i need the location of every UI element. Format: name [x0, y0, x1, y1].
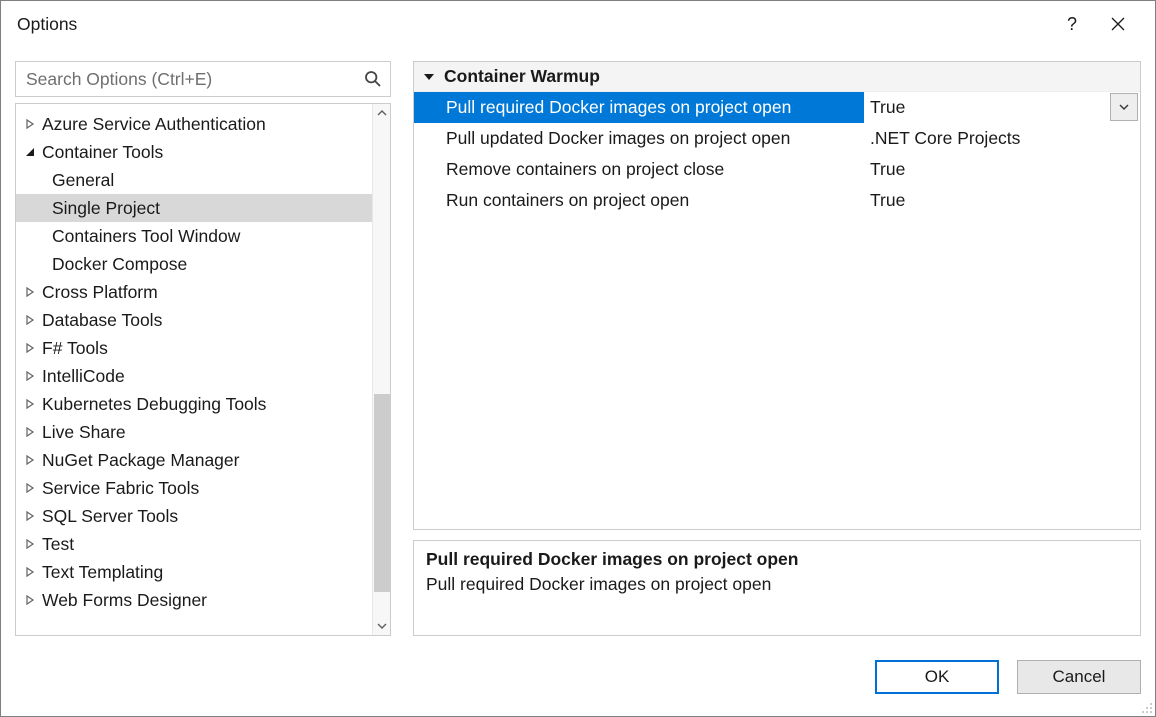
property-row-gutter: [414, 123, 444, 154]
tree-item[interactable]: IntelliCode: [16, 362, 372, 390]
property-category-header[interactable]: Container Warmup: [414, 62, 1140, 92]
tree-item-label: F# Tools: [42, 338, 108, 359]
window-title: Options: [17, 14, 1049, 35]
tree-item[interactable]: Kubernetes Debugging Tools: [16, 390, 372, 418]
tree-item[interactable]: Single Project: [16, 194, 372, 222]
tree-item-label: Test: [42, 534, 74, 555]
tree-item-label: Text Templating: [42, 562, 163, 583]
tree-item-label: Kubernetes Debugging Tools: [42, 394, 266, 415]
collapsed-arrow-icon[interactable]: [22, 480, 38, 496]
tree-item-label: SQL Server Tools: [42, 506, 178, 527]
tree-scrollbar[interactable]: [372, 104, 390, 635]
tree-item-label: Single Project: [52, 198, 160, 219]
tree-item-label: Docker Compose: [52, 254, 187, 275]
tree-list[interactable]: Azure Service Authentication Container To…: [16, 104, 372, 635]
property-name: Remove containers on project close: [444, 154, 864, 185]
tree-item[interactable]: General: [16, 166, 372, 194]
property-row-gutter: [414, 154, 444, 185]
tree-item[interactable]: Text Templating: [16, 558, 372, 586]
collapsed-arrow-icon[interactable]: [22, 284, 38, 300]
collapsed-arrow-icon[interactable]: [22, 424, 38, 440]
tree-item[interactable]: Container Tools: [16, 138, 372, 166]
chevron-down-icon: [1119, 102, 1129, 112]
dialog-footer: OK Cancel: [1, 650, 1155, 716]
options-tree: Azure Service Authentication Container To…: [15, 103, 391, 636]
ok-button[interactable]: OK: [875, 660, 999, 694]
tree-item-label: Container Tools: [42, 142, 163, 163]
expanded-arrow-icon[interactable]: [22, 144, 38, 160]
property-category-label: Container Warmup: [444, 66, 600, 87]
search-box[interactable]: [15, 61, 391, 97]
tree-item-label: IntelliCode: [42, 366, 125, 387]
collapsed-arrow-icon[interactable]: [22, 340, 38, 356]
search-icon[interactable]: [356, 70, 390, 88]
titlebar: Options ?: [1, 1, 1155, 47]
property-description-title: Pull required Docker images on project o…: [426, 549, 1128, 570]
collapsed-arrow-icon[interactable]: [22, 592, 38, 608]
collapsed-arrow-icon[interactable]: [22, 536, 38, 552]
collapsed-arrow-icon[interactable]: [22, 396, 38, 412]
property-dropdown-button[interactable]: [1110, 93, 1138, 121]
tree-item[interactable]: Containers Tool Window: [16, 222, 372, 250]
collapse-icon: [420, 68, 438, 86]
tree-item[interactable]: Database Tools: [16, 306, 372, 334]
close-icon: [1111, 17, 1125, 31]
collapsed-arrow-icon[interactable]: [22, 508, 38, 524]
property-row[interactable]: Pull required Docker images on project o…: [414, 92, 1140, 123]
tree-item[interactable]: Docker Compose: [16, 250, 372, 278]
cancel-button[interactable]: Cancel: [1017, 660, 1141, 694]
property-value[interactable]: True: [864, 92, 1108, 123]
property-row-gutter: [414, 185, 444, 216]
collapsed-arrow-icon[interactable]: [22, 564, 38, 580]
property-row[interactable]: Remove containers on project closeTrue: [414, 154, 1140, 185]
resize-grip-icon[interactable]: [1139, 700, 1153, 714]
content-area: Azure Service Authentication Container To…: [1, 47, 1155, 650]
scroll-up-button[interactable]: [373, 104, 391, 122]
help-button[interactable]: ?: [1049, 1, 1095, 47]
search-input[interactable]: [16, 62, 356, 96]
left-panel: Azure Service Authentication Container To…: [15, 61, 391, 636]
tree-item[interactable]: Live Share: [16, 418, 372, 446]
help-icon: ?: [1067, 14, 1077, 35]
property-grid: Container Warmup Pull required Docker im…: [413, 61, 1141, 530]
tree-item[interactable]: NuGet Package Manager: [16, 446, 372, 474]
tree-item[interactable]: F# Tools: [16, 334, 372, 362]
property-description-panel: Pull required Docker images on project o…: [413, 540, 1141, 636]
collapsed-arrow-icon[interactable]: [22, 452, 38, 468]
tree-item-label: Service Fabric Tools: [42, 478, 199, 499]
tree-item-label: Cross Platform: [42, 282, 158, 303]
close-button[interactable]: [1095, 1, 1141, 47]
tree-item-label: Azure Service Authentication: [42, 114, 266, 135]
property-name: Run containers on project open: [444, 185, 864, 216]
property-name: Pull updated Docker images on project op…: [444, 123, 864, 154]
tree-item-label: Database Tools: [42, 310, 162, 331]
tree-item-label: Web Forms Designer: [42, 590, 207, 611]
tree-item[interactable]: Service Fabric Tools: [16, 474, 372, 502]
tree-item[interactable]: SQL Server Tools: [16, 502, 372, 530]
property-value[interactable]: True: [864, 154, 1140, 185]
property-value[interactable]: .NET Core Projects: [864, 123, 1140, 154]
property-description-body: Pull required Docker images on project o…: [426, 574, 1128, 595]
right-panel: Container Warmup Pull required Docker im…: [413, 61, 1141, 636]
property-value[interactable]: True: [864, 185, 1140, 216]
property-name: Pull required Docker images on project o…: [444, 92, 864, 123]
ok-button-label: OK: [925, 667, 950, 687]
tree-item-label: Live Share: [42, 422, 126, 443]
collapsed-arrow-icon[interactable]: [22, 116, 38, 132]
collapsed-arrow-icon[interactable]: [22, 368, 38, 384]
tree-item-label: Containers Tool Window: [52, 226, 240, 247]
cancel-button-label: Cancel: [1053, 667, 1106, 687]
tree-item-label: NuGet Package Manager: [42, 450, 239, 471]
property-row-gutter: [414, 92, 444, 123]
tree-item-label: General: [52, 170, 114, 191]
property-row[interactable]: Run containers on project openTrue: [414, 185, 1140, 216]
tree-item[interactable]: Azure Service Authentication: [16, 110, 372, 138]
collapsed-arrow-icon[interactable]: [22, 312, 38, 328]
scroll-thumb[interactable]: [374, 394, 390, 592]
tree-item[interactable]: Cross Platform: [16, 278, 372, 306]
property-row[interactable]: Pull updated Docker images on project op…: [414, 123, 1140, 154]
tree-item[interactable]: Web Forms Designer: [16, 586, 372, 614]
scroll-down-button[interactable]: [373, 617, 391, 635]
tree-item[interactable]: Test: [16, 530, 372, 558]
